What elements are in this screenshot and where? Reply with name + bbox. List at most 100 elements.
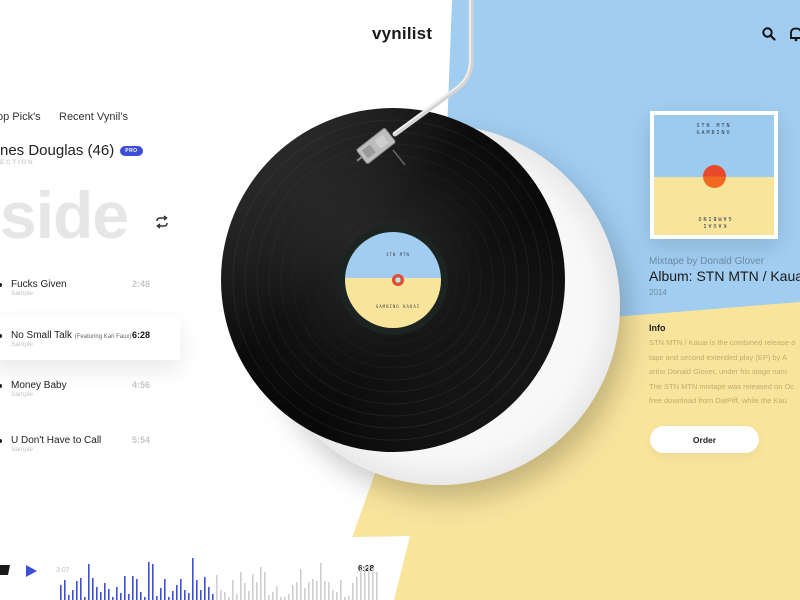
record-label-top-text: STN MTN <box>386 252 410 257</box>
repeat-icon[interactable] <box>154 214 170 230</box>
waveform-bar <box>264 572 266 600</box>
waveform-bar <box>208 587 210 600</box>
waveform-bar <box>156 596 158 600</box>
waveform-bar <box>68 595 70 600</box>
waveform-bar <box>240 572 242 600</box>
waveform-bar <box>260 567 262 600</box>
mixtape-by: Mixtape by Donald Glover <box>649 256 765 267</box>
waveform-bar <box>116 587 118 600</box>
tab-recent-vynils[interactable]: Recent Vynil's <box>59 111 128 123</box>
waveform-bar <box>332 590 334 600</box>
waveform-bar <box>196 580 198 600</box>
waveform-bar <box>120 593 122 600</box>
waveform-bar <box>320 563 322 600</box>
waveform-bar <box>220 590 222 600</box>
artist-name: nes Douglas (46) PRO <box>0 142 143 159</box>
album-cover-art: STN MTN GAMBINO KAUAI GAMBINO <box>654 115 774 235</box>
track-duration: 5:54 <box>132 435 151 445</box>
track-subtitle: Sample <box>11 391 34 398</box>
waveform-bar <box>164 579 166 600</box>
track-subtitle: Sample <box>11 341 34 348</box>
waveform-bar <box>308 582 310 600</box>
waveform-bar <box>136 579 138 600</box>
track-title: Money Baby <box>11 380 67 391</box>
track-duration: 4:56 <box>132 380 151 390</box>
waveform-bar <box>288 594 290 600</box>
waveform-bar <box>76 581 78 600</box>
waveform-bar <box>352 583 354 600</box>
track-subtitle: Sample <box>11 290 34 297</box>
waveform-bar <box>176 585 178 600</box>
waveform-bar <box>268 595 270 600</box>
cover-sun <box>703 165 726 188</box>
waveform-bar <box>348 596 350 600</box>
section-label: ECTION <box>0 159 35 166</box>
info-heading: Info <box>649 323 666 333</box>
waveform-bar <box>372 568 374 600</box>
tab-top-picks[interactable]: op Pick's <box>0 111 41 123</box>
waveform-bar <box>216 575 218 600</box>
waveform-bar <box>72 590 74 600</box>
info-text: STN MTN / Kauai is the combined release … <box>649 338 796 406</box>
waveform-bar <box>64 580 66 600</box>
waveform-bar <box>316 581 318 600</box>
waveform-bar <box>312 579 314 600</box>
order-button[interactable]: Order <box>650 426 759 453</box>
waveform-bar <box>232 580 234 600</box>
waveform-bar <box>160 588 162 600</box>
waveform-bar <box>128 594 130 600</box>
waveform-bar <box>368 565 370 600</box>
waveform-bar <box>204 577 206 600</box>
pro-badge: PRO <box>120 146 143 156</box>
waveform-bar <box>296 582 298 600</box>
waveform-bar <box>304 588 306 600</box>
waveform-bar <box>256 582 258 600</box>
waveform-bar <box>132 576 134 600</box>
waveform-bar <box>192 558 194 600</box>
waveform-bar <box>336 592 338 600</box>
waveform-bar <box>140 592 142 600</box>
waveform-bar <box>340 580 342 600</box>
waveform-bar <box>152 564 154 600</box>
waveform-bar <box>272 592 274 600</box>
waveform-bar <box>88 564 90 600</box>
waveform-bar <box>180 579 182 600</box>
track-duration: 6:28 <box>132 330 151 340</box>
waveform-bar <box>104 583 106 600</box>
waveform-bar <box>300 569 302 600</box>
waveform-bar <box>356 577 358 600</box>
track-title: Fucks Given <box>11 279 67 290</box>
waveform-bar <box>252 574 254 600</box>
spindle <box>394 276 402 284</box>
track-duration: 2:48 <box>132 279 151 289</box>
track-title: No Small Talk (Featuring Kari Faux) <box>11 330 132 341</box>
waveform-bar <box>124 576 126 600</box>
waveform-bar <box>292 585 294 600</box>
track-subtitle: Sample <box>11 446 34 453</box>
play-icon[interactable] <box>25 565 37 577</box>
app-logo: vynilist <box>372 24 433 43</box>
waveform-bar <box>108 589 110 600</box>
waveform[interactable] <box>58 548 388 600</box>
album-year: 2014 <box>649 288 667 297</box>
waveform-bar <box>80 578 82 600</box>
waveform-bar <box>276 586 278 600</box>
album-title: Album: STN MTN / Kauai <box>649 268 800 284</box>
bell-icon[interactable] <box>788 26 800 42</box>
waveform-bar <box>224 592 226 600</box>
waveform-bar <box>324 581 326 600</box>
album-cover[interactable]: STN MTN GAMBINO KAUAI GAMBINO <box>650 111 778 239</box>
waveform-bar <box>364 566 366 600</box>
waveform-bar <box>100 592 102 600</box>
waveform-bar <box>236 594 238 600</box>
previous-icon[interactable] <box>0 565 10 575</box>
waveform-bar <box>148 562 150 600</box>
waveform-bar <box>60 585 62 600</box>
waveform-bar <box>184 590 186 600</box>
search-icon[interactable] <box>761 26 777 42</box>
track-title: U Don't Have to Call <box>11 435 102 446</box>
waveform-bar <box>200 590 202 600</box>
waveform-bar <box>376 572 378 600</box>
waveform-bar <box>212 594 214 600</box>
artist-name-label: nes Douglas (46) <box>0 142 115 159</box>
